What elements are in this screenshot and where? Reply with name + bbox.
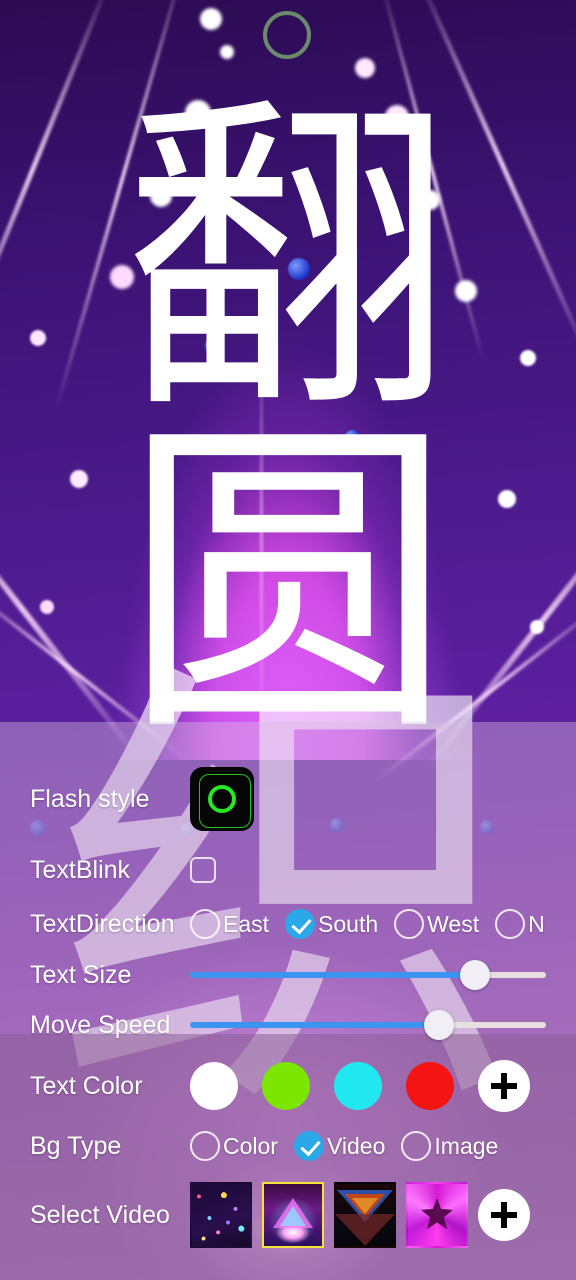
video-thumbnail-magenta-kaleidoscope-star[interactable]	[406, 1182, 468, 1248]
video-thumbnail-confetti-particles[interactable]	[190, 1182, 252, 1248]
preview-text-line-2: 圆	[123, 392, 453, 777]
move-speed-slider[interactable]	[190, 1010, 546, 1040]
radio-label-east: East	[223, 910, 270, 937]
text-size-slider[interactable]	[190, 960, 546, 990]
radio-item-west[interactable]: West	[394, 909, 479, 939]
radio-label-bg-color: Color	[223, 1132, 278, 1159]
nested-v-icon	[352, 1198, 378, 1214]
text-size-slider-thumb[interactable]	[459, 960, 490, 990]
video-thumbnail-neon-triangle-tunnel[interactable]	[262, 1182, 324, 1248]
radio-north-icon[interactable]	[495, 909, 526, 939]
color-swatch-red[interactable]	[406, 1062, 454, 1110]
radio-item-bg-video[interactable]: Video	[293, 1131, 386, 1161]
radio-label-west: West	[427, 910, 480, 937]
flash-style-thumbnail[interactable]	[190, 767, 254, 831]
row-text-color: Text Color	[0, 1058, 576, 1114]
row-text-blink: TextBlink	[0, 850, 576, 890]
color-swatch-cyan[interactable]	[334, 1062, 382, 1110]
text-blink-label: TextBlink	[30, 855, 131, 884]
bg-orb	[200, 8, 222, 30]
radio-label-north: N	[528, 910, 545, 937]
text-blink-checkbox[interactable]	[190, 857, 216, 883]
flash-style-label: Flash style	[30, 784, 150, 813]
radio-label-bg-video: Video	[326, 1132, 386, 1159]
radio-item-bg-color[interactable]: Color	[190, 1131, 278, 1161]
radio-south-icon[interactable]	[285, 909, 316, 939]
radio-east-icon[interactable]	[190, 909, 220, 939]
radio-bg-image-icon[interactable]	[401, 1131, 432, 1161]
radio-item-south[interactable]: South	[285, 909, 378, 939]
radio-label-south: South	[318, 910, 379, 937]
row-text-size: Text Size	[0, 958, 576, 992]
bg-type-radio-group: Color Video Image	[190, 1131, 514, 1161]
tri-ring-icon	[280, 1206, 306, 1226]
radio-west-icon[interactable]	[394, 909, 425, 939]
color-swatch-green[interactable]	[262, 1062, 310, 1110]
tri-ring-icon	[273, 1198, 313, 1228]
radio-item-east[interactable]: East	[190, 909, 269, 939]
preview-text-line-1: 翻	[123, 69, 453, 453]
text-direction-label: TextDirection	[30, 909, 175, 938]
select-video-label: Select Video	[30, 1200, 170, 1229]
bg-orb	[220, 45, 234, 59]
control-rows: Flash style TextBlink TextDirection East	[0, 722, 576, 1280]
preview-text-overlay: 翻 圆	[0, 69, 576, 777]
green-ring-icon	[208, 785, 236, 813]
add-text-color-button[interactable]	[478, 1060, 530, 1112]
radio-bg-video-icon[interactable]	[293, 1131, 324, 1161]
nested-v-icon	[336, 1214, 394, 1246]
move-speed-label: Move Speed	[30, 1010, 171, 1039]
row-bg-type: Bg Type Color Video Image	[0, 1126, 576, 1166]
app-root: 翻 圆 织 Flash style TextBlink TextDirectio…	[0, 0, 576, 1280]
radio-label-bg-image: Image	[434, 1132, 499, 1159]
text-direction-radio-group: East South West N	[190, 909, 561, 939]
move-speed-slider-thumb[interactable]	[424, 1010, 455, 1040]
video-thumbnail-nested-triangles-dark[interactable]	[334, 1182, 396, 1248]
row-text-direction: TextDirection East South West N	[0, 904, 576, 944]
text-size-label: Text Size	[30, 960, 132, 989]
radio-item-north[interactable]: N	[495, 909, 545, 939]
radio-item-bg-image[interactable]: Image	[401, 1131, 498, 1161]
row-move-speed: Move Speed	[0, 1008, 576, 1042]
text-size-slider-fill	[190, 972, 475, 978]
add-video-button[interactable]	[478, 1189, 530, 1241]
move-speed-slider-fill	[190, 1022, 440, 1028]
bg-type-label: Bg Type	[30, 1131, 122, 1160]
row-select-video: Select Video	[0, 1180, 576, 1250]
radio-bg-color-icon[interactable]	[190, 1131, 220, 1161]
color-swatch-white[interactable]	[190, 1062, 238, 1110]
star-icon	[421, 1198, 453, 1230]
flash-preview-ring-icon	[263, 11, 311, 59]
row-flash-style: Flash style	[0, 762, 576, 836]
text-color-label: Text Color	[30, 1071, 143, 1100]
